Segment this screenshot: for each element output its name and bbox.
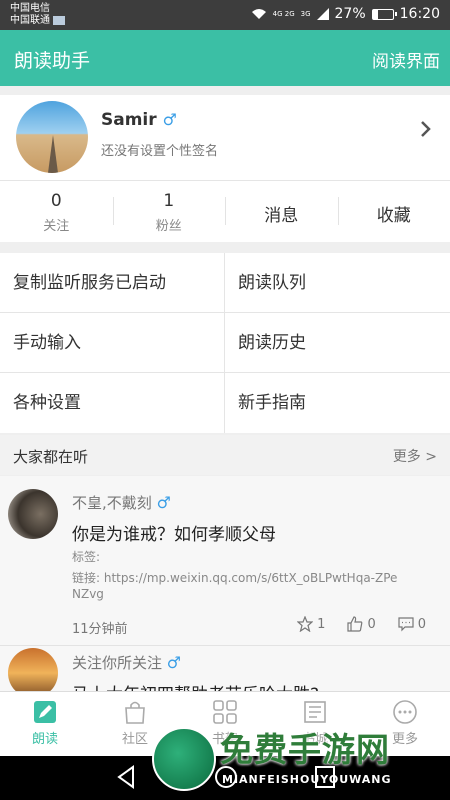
network-type: 4G 2G	[272, 9, 295, 18]
list-item[interactable]: 不皇,不戴刻 ♂ 你是为谁戒？如何孝顺父母 标签: 链接: https://mp…	[0, 476, 450, 646]
star-icon	[297, 616, 314, 632]
app-title: 朗读助手	[14, 50, 91, 72]
recents-icon[interactable]	[313, 764, 337, 790]
carrier-info: 中国电信 中国联通	[10, 3, 65, 27]
carrier-1: 中国电信	[10, 3, 50, 14]
battery-text: 27%	[334, 6, 366, 22]
male-icon: ♂	[166, 653, 182, 672]
post-time: 11分钟前	[72, 622, 128, 637]
profile-stats: 0 关注 1 粉丝 消息 收藏	[0, 180, 450, 242]
post-author: 不皇,不戴刻	[72, 494, 152, 512]
carrier-2: 中国联通	[10, 15, 50, 26]
tab-more-label: 更多	[391, 732, 418, 747]
edit-icon	[34, 701, 56, 723]
back-icon[interactable]	[115, 764, 137, 790]
bottom-tab-bar: 朗读 社区 书架 书城 更多	[0, 691, 450, 756]
menu-manual-input[interactable]: 手动输入	[0, 313, 225, 373]
more-dots-icon	[393, 700, 417, 724]
feed-list: 不皇,不戴刻 ♂ 你是为谁戒？如何孝顺父母 标签: 链接: https://mp…	[0, 476, 450, 691]
clock: 16:20	[399, 6, 440, 22]
network-type-2: 3G	[300, 9, 311, 18]
app-bar: 朗读助手 阅读界面	[0, 30, 450, 86]
user-name-row: Samir ♂	[101, 110, 177, 130]
following-label: 关注	[43, 219, 70, 234]
post-title: 你是为谁戒？如何孝顺父母	[72, 525, 276, 545]
more-link[interactable]: 更多 >	[393, 446, 437, 466]
battery-icon	[371, 8, 397, 20]
user-signature: 还没有设置个性签名	[101, 144, 219, 159]
menu-read-history[interactable]: 朗读历史	[225, 313, 450, 373]
thumbs-up-icon	[347, 616, 363, 632]
star-button[interactable]: 1	[297, 616, 325, 632]
comment-count: 0	[417, 616, 426, 632]
male-icon: ♂	[156, 493, 171, 512]
signal-icon	[316, 8, 329, 20]
menu-grid: 复制监听服务已启动 朗读队列 手动输入 朗读历史 各种设置 新手指南	[0, 253, 450, 433]
tab-bookstore[interactable]: 书城	[270, 692, 360, 756]
reading-view-button[interactable]: 阅读界面	[372, 47, 440, 72]
tab-bookshelf-label: 书架	[211, 732, 238, 747]
following-count: 0	[50, 191, 62, 211]
list-item[interactable]: 关注你所关注 ♂ 马上大年初四帮助老苗乐哈大胜?	[0, 646, 450, 691]
comment-button[interactable]: 0	[398, 616, 426, 632]
post-link[interactable]: 链接: https://mp.weixin.qq.com/s/6ttX_oBLP…	[72, 570, 402, 602]
system-nav-bar	[0, 756, 450, 800]
section-title: 大家都在听	[13, 448, 89, 466]
sim-icon	[53, 15, 65, 25]
avatar[interactable]	[8, 489, 58, 539]
menu-settings[interactable]: 各种设置	[0, 373, 225, 433]
menu-read-queue[interactable]: 朗读队列	[225, 253, 450, 313]
tab-read[interactable]: 朗读	[0, 692, 90, 756]
menu-beginner-guide[interactable]: 新手指南	[225, 373, 450, 433]
bag-icon	[125, 701, 145, 724]
avatar[interactable]	[16, 101, 88, 173]
like-count: 0	[367, 616, 376, 632]
profile-card[interactable]: Samir ♂ 还没有设置个性签名 0 关注 1 粉丝 消息 收藏	[0, 95, 450, 242]
menu-copy-listener[interactable]: 复制监听服务已启动	[0, 253, 225, 313]
tab-community[interactable]: 社区	[90, 692, 180, 756]
battery-fill	[372, 9, 379, 19]
user-name: Samir	[101, 110, 157, 130]
post-author: 关注你所关注	[72, 654, 163, 672]
status-bar: 中国电信 中国联通 4G 2G 3G 27% 16:20	[0, 0, 450, 30]
avatar-road-shape	[48, 135, 58, 173]
post-author-row: 关注你所关注 ♂	[72, 652, 181, 673]
favorites-button[interactable]: 收藏	[337, 181, 450, 242]
following-stat[interactable]: 0 关注	[0, 181, 113, 242]
like-button[interactable]: 0	[347, 616, 376, 632]
tab-more[interactable]: 更多	[360, 692, 450, 756]
avatar[interactable]	[8, 648, 58, 691]
chevron-right-icon[interactable]	[420, 119, 432, 144]
male-icon: ♂	[162, 110, 177, 129]
post-author-row: 不皇,不戴刻 ♂	[72, 492, 171, 513]
post-actions: 1 0 0	[297, 616, 426, 632]
messages-label: 消息	[264, 206, 299, 226]
followers-stat[interactable]: 1 粉丝	[112, 181, 226, 242]
tab-bookshelf[interactable]: 书架	[180, 692, 270, 756]
star-count: 1	[317, 616, 326, 632]
tab-bookstore-label: 书城	[301, 732, 328, 747]
wifi-icon	[251, 9, 266, 19]
grid-icon	[213, 700, 237, 724]
messages-button[interactable]: 消息	[225, 181, 338, 242]
followers-count: 1	[163, 191, 175, 211]
favorites-label: 收藏	[376, 206, 411, 226]
followers-label: 粉丝	[155, 219, 182, 234]
section-header: 大家都在听 更多 >	[0, 435, 450, 475]
store-icon	[304, 701, 326, 723]
tab-read-label: 朗读	[31, 732, 58, 747]
home-icon[interactable]	[213, 764, 239, 790]
comment-icon	[398, 617, 414, 632]
post-title: 马上大年初四帮助老苗乐哈大胜?	[72, 680, 319, 691]
post-tags: 标签:	[72, 550, 101, 564]
tab-community-label: 社区	[121, 732, 148, 747]
